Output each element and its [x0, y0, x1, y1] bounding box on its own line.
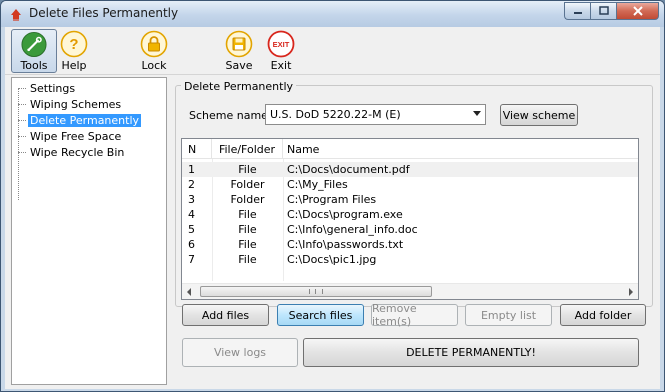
table-row[interactable]: 6 File C:\Info\passwords.txt	[182, 237, 638, 252]
column-header-n[interactable]: N	[182, 139, 212, 159]
table-cell-n: 7	[188, 253, 195, 266]
tree-item-settings[interactable]: Settings	[18, 81, 77, 96]
scroll-right-icon[interactable]	[629, 288, 633, 296]
table-row[interactable]: 1 File C:\Docs\document.pdf	[182, 162, 638, 177]
table-cell-n: 3	[188, 193, 195, 206]
exit-button[interactable]: EXIT Exit	[258, 29, 304, 73]
svg-text:?: ?	[69, 36, 78, 53]
file-list[interactable]: N File/Folder Name 1 File C:\Docs\document…	[181, 138, 639, 300]
table-row[interactable]: 3 Folder C:\Program Files	[182, 192, 638, 207]
horizontal-scrollbar[interactable]	[182, 283, 638, 299]
minimize-icon	[573, 12, 582, 14]
table-cell-n: 2	[188, 178, 195, 191]
group-title: Delete Permanently	[181, 80, 297, 93]
lock-button[interactable]: Lock	[131, 29, 177, 73]
shredder-app-icon	[11, 9, 21, 21]
table-cell-type: Folder	[230, 193, 265, 206]
lock-icon	[140, 30, 168, 58]
table-cell-type: File	[238, 253, 257, 266]
remove-items-button[interactable]: Remove item(s)	[371, 302, 458, 328]
tree-item-delete-permanently[interactable]: Delete Permanently	[18, 113, 142, 128]
main-window: Delete Files Permanently Tools ? Help Lo…	[0, 0, 665, 392]
table-cell-n: 6	[188, 238, 195, 251]
tree-item-wipe-free-space[interactable]: Wipe Free Space	[18, 129, 123, 144]
view-logs-button[interactable]: View logs	[182, 338, 298, 367]
exit-label: Exit	[270, 59, 292, 72]
close-button[interactable]	[616, 2, 659, 20]
help-label: Help	[61, 59, 87, 72]
toolbar: Tools ? Help Lock Save EXIT Exit	[5, 27, 660, 75]
scheme-dropdown[interactable]: U.S. DoD 5220.22-M (E)	[265, 104, 486, 125]
svg-text:EXIT: EXIT	[273, 40, 290, 49]
tree-item-wipe-recycle-bin[interactable]: Wipe Recycle Bin	[18, 145, 126, 160]
table-cell-name: C:\Info\general_info.doc	[287, 223, 418, 236]
table-row[interactable]: 7 File C:\Docs\pic1.jpg	[182, 252, 638, 267]
lock-label: Lock	[141, 59, 167, 72]
table-cell-name: C:\My_Files	[287, 178, 348, 191]
table-cell-type: File	[238, 223, 257, 236]
file-list-header: N File/Folder Name	[182, 139, 638, 159]
minimize-button[interactable]	[564, 2, 590, 20]
scheme-name-label: Scheme name	[189, 109, 268, 122]
chevron-down-icon	[473, 111, 481, 116]
column-header-name[interactable]: Name	[283, 139, 638, 159]
scrollbar-thumb[interactable]	[200, 286, 432, 297]
table-cell-name: C:\Info\passwords.txt	[287, 238, 404, 251]
exit-icon: EXIT	[267, 30, 295, 58]
help-icon: ?	[60, 30, 88, 58]
tree-item-label: Settings	[30, 82, 76, 95]
scroll-left-icon[interactable]	[187, 288, 191, 296]
save-label: Save	[225, 59, 253, 72]
table-cell-type: File	[238, 238, 257, 251]
table-cell-n: 1	[188, 163, 195, 176]
table-cell-name: C:\Docs\program.exe	[287, 208, 403, 221]
maximize-button[interactable]	[590, 2, 616, 20]
empty-list-button[interactable]: Empty list	[465, 304, 552, 326]
table-row[interactable]: 4 File C:\Docs\program.exe	[182, 207, 638, 222]
tools-icon	[21, 31, 47, 58]
search-files-button[interactable]: Search files	[277, 304, 364, 326]
save-icon	[225, 30, 253, 58]
navigation-tree: Settings Wiping Schemes Delete Permanent…	[11, 77, 167, 385]
tree-item-label: Wiping Schemes	[30, 98, 122, 111]
table-cell-name: C:\Docs\pic1.jpg	[287, 253, 377, 266]
tree-item-label: Wipe Recycle Bin	[30, 146, 125, 159]
tree-item-wiping-schemes[interactable]: Wiping Schemes	[18, 97, 123, 112]
tools-label: Tools	[20, 59, 48, 72]
table-cell-type: File	[238, 208, 257, 221]
view-scheme-button[interactable]: View scheme	[500, 104, 578, 126]
tree-item-label: Wipe Free Space	[30, 130, 122, 143]
column-header-file-folder[interactable]: File/Folder	[212, 139, 283, 159]
maximize-icon	[598, 6, 609, 15]
add-folder-button[interactable]: Add folder	[560, 304, 646, 326]
add-files-button[interactable]: Add files	[182, 304, 269, 326]
tree-item-label: Delete Permanently	[28, 114, 142, 127]
table-cell-type: File	[238, 163, 257, 176]
table-cell-name: C:\Docs\document.pdf	[287, 163, 410, 176]
help-button[interactable]: ? Help	[51, 29, 97, 73]
table-cell-n: 5	[188, 223, 195, 236]
window-title: Delete Files Permanently	[29, 6, 179, 20]
delete-permanently-button[interactable]: DELETE PERMANENTLY!	[303, 338, 639, 367]
table-cell-n: 4	[188, 208, 195, 221]
table-row[interactable]: 5 File C:\Info\general_info.doc	[182, 222, 638, 237]
scheme-dropdown-value: U.S. DoD 5220.22-M (E)	[270, 108, 401, 121]
table-cell-name: C:\Program Files	[287, 193, 377, 206]
title-bar[interactable]: Delete Files Permanently	[1, 1, 664, 27]
client-area: Tools ? Help Lock Save EXIT Exit Setting…	[5, 27, 660, 389]
table-cell-type: Folder	[230, 178, 265, 191]
table-row[interactable]: 2 Folder C:\My_Files	[182, 177, 638, 192]
save-button[interactable]: Save	[216, 29, 262, 73]
close-icon	[632, 6, 643, 16]
